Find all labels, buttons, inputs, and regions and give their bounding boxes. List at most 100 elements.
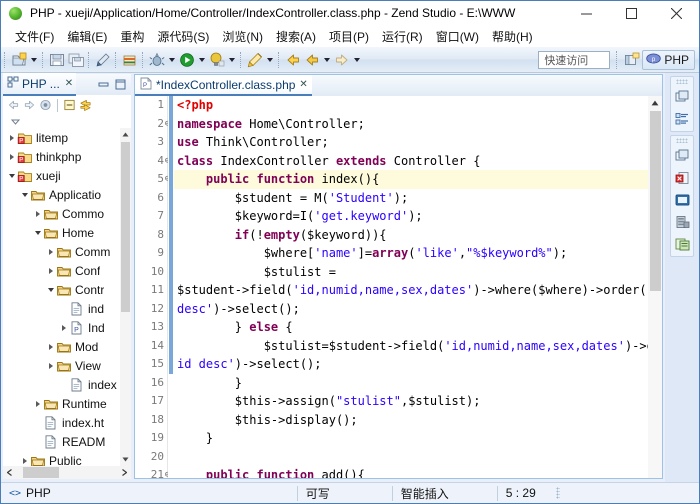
menu-help[interactable]: 帮助(H)	[486, 28, 540, 46]
chevron-right-icon[interactable]	[45, 356, 56, 375]
tree-item[interactable]: index.ht	[3, 413, 131, 432]
problems-view-icon[interactable]	[672, 168, 692, 187]
chevron-right-icon[interactable]	[6, 147, 17, 166]
tree-item[interactable]: Pthinkphp	[3, 147, 131, 166]
tab-indexcontroller-class-php[interactable]: P *IndexController.class.php ✕	[135, 75, 312, 96]
save-icon[interactable]	[47, 50, 66, 70]
tree-item[interactable]: Contr	[3, 280, 131, 299]
project-tree[interactable]: Plitemp Pthinkphp Pxueji Applicatio Commo Hom…	[3, 128, 131, 466]
tree-item[interactable]: Commo	[3, 204, 131, 223]
new-icon[interactable]	[9, 50, 28, 70]
tree-item[interactable]: index	[3, 375, 131, 394]
editor-vertical-scrollbar[interactable]	[648, 96, 662, 478]
editor-body[interactable]: 12⊖34⊖5⊖6789101112131415161718192021⊖22 …	[135, 96, 662, 478]
chevron-down-icon[interactable]	[45, 280, 56, 299]
menu-window[interactable]: 窗口(W)	[430, 28, 486, 46]
php-explorer-restore-icon[interactable]	[672, 87, 692, 106]
perspective-php-button[interactable]: p PHP	[642, 49, 695, 70]
run-dropdown-arrow[interactable]	[196, 50, 207, 70]
new-dropdown-arrow[interactable]	[28, 50, 39, 70]
tree-item[interactable]: Runtime	[3, 394, 131, 413]
chevron-down-icon[interactable]	[6, 166, 17, 185]
back-dropdown-arrow[interactable]	[321, 50, 332, 70]
refresh-icon[interactable]	[79, 99, 92, 112]
chevron-right-icon[interactable]	[32, 394, 43, 413]
php-browscap-icon[interactable]	[672, 234, 692, 253]
tree-vertical-scrollbar[interactable]	[120, 128, 131, 466]
tree-item[interactable]: Applicatio	[3, 185, 131, 204]
minimize-button[interactable]	[564, 1, 609, 26]
menu-project[interactable]: 项目(P)	[323, 28, 376, 46]
menu-refactor[interactable]: 重构	[114, 28, 151, 46]
tree-item[interactable]: Mod	[3, 337, 131, 356]
tree-item[interactable]: Pxueji	[3, 166, 131, 185]
link-with-editor-icon[interactable]	[39, 99, 52, 112]
code-text-area[interactable]: <?php namespace Home\Controller; use Think…	[174, 96, 662, 478]
close-icon[interactable]: ✕	[299, 79, 307, 90]
open-type-icon[interactable]	[120, 50, 139, 70]
editor-scroll-thumb[interactable]	[650, 111, 661, 291]
menu-run[interactable]: 运行(R)	[376, 28, 430, 46]
tree-item[interactable]: Conf	[3, 261, 131, 280]
external-tools-icon[interactable]	[245, 50, 264, 70]
chevron-right-icon[interactable]	[32, 204, 43, 223]
close-button[interactable]	[654, 1, 699, 26]
menu-search[interactable]: 搜索(A)	[270, 28, 323, 46]
tree-hscroll-thumb[interactable]	[23, 467, 59, 478]
view-menu-icon[interactable]	[9, 115, 22, 128]
close-icon[interactable]: ✕	[65, 78, 73, 89]
tree-item[interactable]: Public	[3, 451, 131, 466]
chevron-right-icon[interactable]	[19, 451, 30, 466]
servers-view-icon[interactable]	[672, 212, 692, 231]
tree-scroll-thumb[interactable]	[121, 142, 130, 312]
php-explorer-restore-icon[interactable]	[672, 146, 692, 165]
menu-edit[interactable]: 编辑(E)	[61, 28, 114, 46]
menu-navigate[interactable]: 浏览(N)	[216, 28, 270, 46]
tree-horizontal-scrollbar[interactable]	[3, 466, 131, 479]
profile-icon[interactable]	[207, 50, 226, 70]
quick-access-input[interactable]: 快速访问	[538, 50, 611, 69]
next-annotation-icon[interactable]	[332, 50, 351, 70]
back-navigation-icon[interactable]	[7, 99, 20, 112]
tree-item[interactable]: READM	[3, 432, 131, 451]
forward-navigation-icon[interactable]	[23, 99, 36, 112]
debug-icon[interactable]	[147, 50, 166, 70]
scroll-down-icon[interactable]	[120, 453, 131, 466]
minimize-view-icon[interactable]	[97, 78, 110, 91]
chevron-right-icon[interactable]	[45, 261, 56, 280]
tree-item[interactable]: Home	[3, 223, 131, 242]
chevron-down-icon[interactable]	[19, 185, 30, 204]
drag-grip[interactable]	[676, 138, 688, 143]
tree-item[interactable]: View	[3, 356, 131, 375]
chevron-down-icon[interactable]	[32, 223, 43, 242]
drag-grip[interactable]	[676, 79, 688, 84]
back-icon[interactable]	[302, 50, 321, 70]
external-tools-dropdown-arrow[interactable]	[264, 50, 275, 70]
tree-item[interactable]: ind	[3, 299, 131, 318]
chevron-right-icon[interactable]	[58, 318, 69, 337]
tree-item[interactable]: P Ind	[3, 318, 131, 337]
chevron-right-icon[interactable]	[6, 128, 17, 147]
menu-source[interactable]: 源代码(S)	[151, 28, 216, 46]
forward-dropdown-arrow[interactable]	[351, 50, 362, 70]
profile-dropdown-arrow[interactable]	[226, 50, 237, 70]
previous-annotation-icon[interactable]	[283, 50, 302, 70]
scroll-up-icon[interactable]	[120, 128, 131, 141]
build-clean-icon[interactable]	[93, 50, 112, 70]
maximize-view-icon[interactable]	[114, 78, 127, 91]
status-resize-grip[interactable]	[555, 487, 560, 499]
debug-dropdown-arrow[interactable]	[166, 50, 177, 70]
console-view-icon[interactable]	[672, 190, 692, 209]
chevron-right-icon[interactable]	[45, 242, 56, 261]
run-icon[interactable]	[177, 50, 196, 70]
scroll-right-icon[interactable]	[118, 466, 131, 479]
outline-view-icon[interactable]	[672, 109, 692, 128]
scroll-left-icon[interactable]	[3, 466, 16, 479]
tree-item[interactable]: Comm	[3, 242, 131, 261]
scroll-up-icon[interactable]	[648, 96, 662, 110]
chevron-right-icon[interactable]	[45, 337, 56, 356]
menu-file[interactable]: 文件(F)	[9, 28, 61, 46]
collapse-all-icon[interactable]	[63, 99, 76, 112]
tab-php-explorer[interactable]: PHP ... ✕	[3, 73, 77, 96]
open-perspective-icon[interactable]	[622, 50, 642, 70]
